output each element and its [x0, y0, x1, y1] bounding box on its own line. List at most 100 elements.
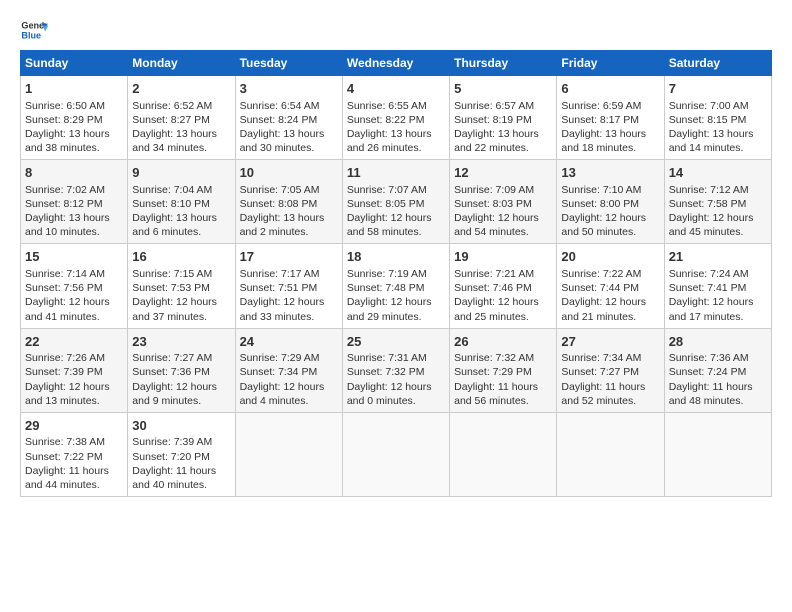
logo: General Blue	[20, 16, 48, 44]
daylight-label: Daylight: 12 hours and 45 minutes.	[669, 212, 754, 238]
daylight-label: Daylight: 12 hours and 54 minutes.	[454, 212, 539, 238]
day-cell-4: 4 Sunrise: 6:55 AM Sunset: 8:22 PM Daylight…	[342, 76, 449, 160]
day-number: 4	[347, 80, 445, 98]
sunset-label: Sunset: 7:46 PM	[454, 282, 532, 294]
sunrise-label: Sunrise: 7:21 AM	[454, 268, 534, 280]
sunset-label: Sunset: 7:20 PM	[132, 451, 210, 463]
sunset-label: Sunset: 7:51 PM	[240, 282, 318, 294]
day-number: 11	[347, 164, 445, 182]
day-number: 30	[132, 417, 230, 435]
sunset-label: Sunset: 7:24 PM	[669, 366, 747, 378]
daylight-label: Daylight: 13 hours and 38 minutes.	[25, 128, 110, 154]
sunrise-label: Sunrise: 6:50 AM	[25, 100, 105, 112]
sunset-label: Sunset: 8:24 PM	[240, 114, 318, 126]
sunset-label: Sunset: 8:10 PM	[132, 198, 210, 210]
day-cell-27: 27Sunrise: 7:34 AMSunset: 7:27 PMDayligh…	[557, 328, 664, 412]
day-number: 22	[25, 333, 123, 351]
sunset-label: Sunset: 8:22 PM	[347, 114, 425, 126]
day-number: 15	[25, 248, 123, 266]
daylight-label: Daylight: 13 hours and 14 minutes.	[669, 128, 754, 154]
sunrise-label: Sunrise: 7:09 AM	[454, 184, 534, 196]
sunset-label: Sunset: 8:29 PM	[25, 114, 103, 126]
daylight-label: Daylight: 13 hours and 6 minutes.	[132, 212, 217, 238]
day-cell-23: 23Sunrise: 7:27 AMSunset: 7:36 PMDayligh…	[128, 328, 235, 412]
daylight-label: Daylight: 12 hours and 9 minutes.	[132, 381, 217, 407]
day-cell-6: 6Sunrise: 6:59 AMSunset: 8:17 PMDaylight…	[557, 76, 664, 160]
day-cell-11: 11Sunrise: 7:07 AMSunset: 8:05 PMDayligh…	[342, 160, 449, 244]
sunrise-label: Sunrise: 7:29 AM	[240, 352, 320, 364]
day-cell-16: 16Sunrise: 7:15 AMSunset: 7:53 PMDayligh…	[128, 244, 235, 328]
daylight-label: Daylight: 11 hours and 56 minutes.	[454, 381, 538, 407]
daylight-label: Daylight: 13 hours and 34 minutes.	[132, 128, 217, 154]
daylight-label: Daylight: 13 hours and 26 minutes.	[347, 128, 432, 154]
day-cell-12: 12Sunrise: 7:09 AMSunset: 8:03 PMDayligh…	[450, 160, 557, 244]
daylight-label: Daylight: 11 hours and 52 minutes.	[561, 381, 645, 407]
empty-cell	[664, 412, 771, 496]
sunset-label: Sunset: 8:27 PM	[132, 114, 210, 126]
sunrise-label: Sunrise: 7:27 AM	[132, 352, 212, 364]
sunset-label: Sunset: 7:44 PM	[561, 282, 639, 294]
col-header-friday: Friday	[557, 51, 664, 76]
sunrise-label: Sunrise: 7:14 AM	[25, 268, 105, 280]
svg-text:Blue: Blue	[21, 30, 41, 40]
daylight-label: Daylight: 12 hours and 37 minutes.	[132, 296, 217, 322]
day-cell-3: 3 Sunrise: 6:54 AM Sunset: 8:24 PM Daylight…	[235, 76, 342, 160]
day-number: 6	[561, 80, 659, 98]
col-header-sunday: Sunday	[21, 51, 128, 76]
empty-cell	[342, 412, 449, 496]
col-header-saturday: Saturday	[664, 51, 771, 76]
day-cell-28: 28Sunrise: 7:36 AMSunset: 7:24 PMDayligh…	[664, 328, 771, 412]
day-cell-15: 15Sunrise: 7:14 AMSunset: 7:56 PMDayligh…	[21, 244, 128, 328]
day-cell-24: 24Sunrise: 7:29 AMSunset: 7:34 PMDayligh…	[235, 328, 342, 412]
sunrise-label: Sunrise: 7:17 AM	[240, 268, 320, 280]
daylight-label: Daylight: 13 hours and 10 minutes.	[25, 212, 110, 238]
day-number: 23	[132, 333, 230, 351]
day-number: 13	[561, 164, 659, 182]
day-cell-5: 5Sunrise: 6:57 AMSunset: 8:19 PMDaylight…	[450, 76, 557, 160]
sunset-label: Sunset: 8:15 PM	[669, 114, 747, 126]
day-cell-8: 8Sunrise: 7:02 AMSunset: 8:12 PMDaylight…	[21, 160, 128, 244]
day-number: 3	[240, 80, 338, 98]
sunrise-label: Sunrise: 7:15 AM	[132, 268, 212, 280]
col-header-tuesday: Tuesday	[235, 51, 342, 76]
sunrise-label: Sunrise: 6:55 AM	[347, 100, 427, 112]
day-cell-18: 18 Sunrise: 7:19 AM Sunset: 7:48 PM Dayligh…	[342, 244, 449, 328]
empty-cell	[450, 412, 557, 496]
sunrise-label: Sunrise: 7:34 AM	[561, 352, 641, 364]
day-number: 5	[454, 80, 552, 98]
day-number: 16	[132, 248, 230, 266]
sunrise-label: Sunrise: 6:57 AM	[454, 100, 534, 112]
sunrise-label: Sunrise: 7:26 AM	[25, 352, 105, 364]
day-cell-26: 26Sunrise: 7:32 AMSunset: 7:29 PMDayligh…	[450, 328, 557, 412]
sunrise-label: Sunrise: 7:02 AM	[25, 184, 105, 196]
col-header-wednesday: Wednesday	[342, 51, 449, 76]
daylight-label: Daylight: 12 hours and 17 minutes.	[669, 296, 754, 322]
sunrise-label: Sunrise: 7:00 AM	[669, 100, 749, 112]
sunset-label: Sunset: 8:19 PM	[454, 114, 532, 126]
sunrise-label: Sunrise: 6:54 AM	[240, 100, 320, 112]
daylight-label: Daylight: 13 hours and 18 minutes.	[561, 128, 646, 154]
day-number: 26	[454, 333, 552, 351]
day-number: 2	[132, 80, 230, 98]
daylight-label: Daylight: 13 hours and 30 minutes.	[240, 128, 325, 154]
sunrise-label: Sunrise: 7:05 AM	[240, 184, 320, 196]
sunrise-label: Sunrise: 6:59 AM	[561, 100, 641, 112]
daylight-label: Daylight: 12 hours and 21 minutes.	[561, 296, 646, 322]
sunrise-label: Sunrise: 7:19 AM	[347, 268, 427, 280]
day-number: 18	[347, 248, 445, 266]
daylight-label: Daylight: 12 hours and 29 minutes.	[347, 296, 432, 322]
sunrise-label: Sunrise: 7:31 AM	[347, 352, 427, 364]
day-number: 21	[669, 248, 767, 266]
day-cell-7: 7Sunrise: 7:00 AMSunset: 8:15 PMDaylight…	[664, 76, 771, 160]
day-number: 25	[347, 333, 445, 351]
daylight-label: Daylight: 12 hours and 25 minutes.	[454, 296, 539, 322]
day-number: 19	[454, 248, 552, 266]
col-header-thursday: Thursday	[450, 51, 557, 76]
empty-cell	[235, 412, 342, 496]
sunrise-label: Sunrise: 7:24 AM	[669, 268, 749, 280]
day-cell-25: 25Sunrise: 7:31 AMSunset: 7:32 PMDayligh…	[342, 328, 449, 412]
sunrise-label: Sunrise: 7:32 AM	[454, 352, 534, 364]
sunset-label: Sunset: 7:48 PM	[347, 282, 425, 294]
daylight-label: Daylight: 11 hours and 48 minutes.	[669, 381, 753, 407]
day-number: 14	[669, 164, 767, 182]
